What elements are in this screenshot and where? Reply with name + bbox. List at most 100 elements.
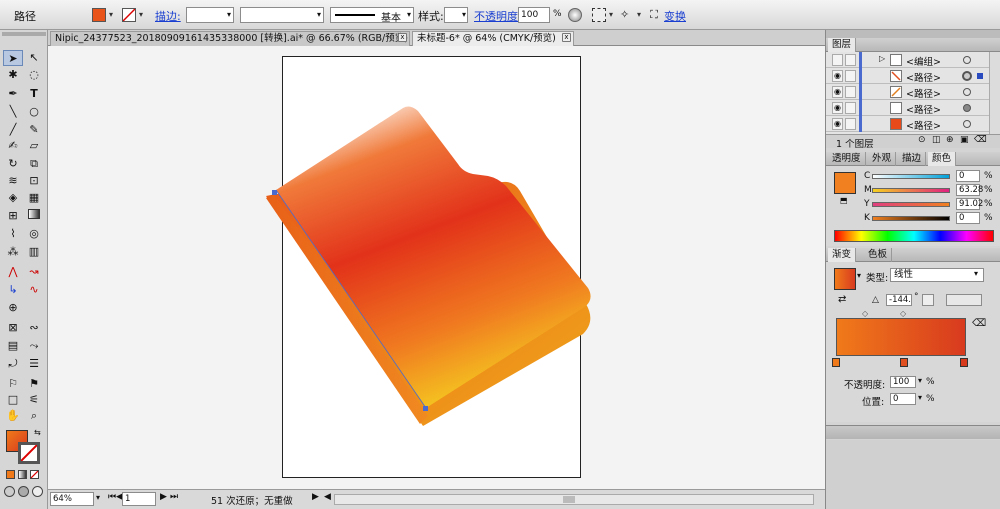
distort-tool-icon[interactable]: ⤳ xyxy=(24,338,44,354)
lock-toggle[interactable] xyxy=(845,102,856,114)
warp-tool-icon[interactable]: ≋ xyxy=(3,173,23,189)
angle-dropdown[interactable] xyxy=(922,294,934,306)
lasso-tool-icon[interactable]: ◌ xyxy=(24,67,44,83)
panel-grip[interactable] xyxy=(2,32,46,36)
hand-tool-icon[interactable]: ✋ xyxy=(3,408,23,424)
gradient-preview-swatch[interactable] xyxy=(834,268,856,290)
layer-row[interactable]: ◉ <路径> xyxy=(826,116,1000,132)
gradient-mode-icon[interactable] xyxy=(18,470,27,479)
close-tab-icon[interactable]: x xyxy=(398,33,407,42)
magenta-slider[interactable] xyxy=(872,188,950,193)
perspective-grid-tool-icon[interactable]: ▦ xyxy=(24,190,44,206)
scrollbar-thumb[interactable] xyxy=(563,496,575,503)
target-circle-icon[interactable] xyxy=(963,120,971,128)
delete-layer-icon[interactable]: ⌫ xyxy=(974,135,987,145)
expand-triangle-icon[interactable]: ▷ xyxy=(879,54,885,63)
magic-wand-tool-icon[interactable]: ✱ xyxy=(3,67,23,83)
stroke-color-box[interactable] xyxy=(18,442,40,464)
status-menu-icon[interactable]: ▶ xyxy=(312,492,319,502)
tab-gradient[interactable]: 渐变 xyxy=(828,248,857,262)
fill-dropdown-icon[interactable]: ▾ xyxy=(106,7,116,23)
align-dropdown-icon[interactable]: ▾ xyxy=(606,7,616,23)
draw-behind-icon[interactable] xyxy=(18,486,29,497)
visibility-toggle[interactable]: ◉ xyxy=(832,86,843,98)
slice-tool-icon[interactable]: □ xyxy=(3,392,23,408)
collapsed-panel-header[interactable] xyxy=(826,425,1000,439)
chevron-down-icon[interactable]: ▾ xyxy=(974,269,978,278)
tab-layers[interactable]: 图层 xyxy=(828,38,857,52)
visibility-toggle[interactable]: ◉ xyxy=(832,118,843,130)
draw-inside-icon[interactable] xyxy=(32,486,43,497)
layer-row[interactable]: ◉ <路径> xyxy=(826,68,1000,84)
scale-tool-icon[interactable]: ⧉ xyxy=(24,156,44,172)
gradient-tool-icon[interactable] xyxy=(24,208,44,224)
close-tab-icon[interactable]: x xyxy=(562,33,571,42)
target-circle-icon[interactable] xyxy=(962,71,972,81)
new-layer-icon[interactable]: ▣ xyxy=(960,135,969,145)
new-sublayer-icon[interactable]: ⊕ xyxy=(946,135,954,145)
make-clipping-mask-icon[interactable]: ◫ xyxy=(932,135,941,145)
folder-artwork[interactable] xyxy=(48,46,825,489)
target-circle-icon[interactable] xyxy=(963,104,971,112)
ellipse-tool-icon[interactable]: ○ xyxy=(24,104,44,120)
envelope-tool-icon[interactable]: ∾ xyxy=(24,320,44,336)
brush-definition[interactable]: 基本 ▾ xyxy=(330,7,414,24)
zoom-field[interactable]: 64% xyxy=(50,492,94,506)
blob-brush-tool-icon[interactable]: ✍ xyxy=(3,138,23,154)
smooth-tool-icon[interactable]: ∿ xyxy=(24,282,44,298)
draw-normal-icon[interactable] xyxy=(4,486,15,497)
stroke-swatch[interactable] xyxy=(122,8,136,22)
paintbrush-tool-icon[interactable]: ╱ xyxy=(3,122,23,138)
stroke-label[interactable]: 描边: xyxy=(155,8,181,24)
path-tool-icon[interactable]: ↳ xyxy=(3,282,23,298)
cyan-slider[interactable] xyxy=(872,174,950,179)
tab-transparency[interactable]: 透明度 xyxy=(828,152,866,166)
layer-row[interactable]: ▷ <编组> xyxy=(826,52,1000,68)
fill-swatch[interactable] xyxy=(92,8,106,22)
tab-document-1[interactable]: Nipic_24377523_20180909161435338000 [转换]… xyxy=(50,31,410,46)
tab-color[interactable]: 颜色 xyxy=(928,152,957,166)
crosshair-tool-icon[interactable]: ⊕ xyxy=(3,300,23,316)
layer-row[interactable]: ◉ <路径> xyxy=(826,100,1000,116)
visibility-toggle[interactable] xyxy=(832,54,843,66)
width-tool-icon[interactable]: ⋀ xyxy=(3,264,23,280)
stroke-weight-field[interactable]: ▾ xyxy=(186,7,234,23)
chevron-down-icon[interactable]: ▾ xyxy=(918,393,922,402)
column-graph-tool-icon[interactable]: ▥ xyxy=(24,244,44,260)
live-paint-tool-icon[interactable]: ⚐ xyxy=(3,376,23,392)
fill-color-swatch[interactable] xyxy=(834,172,856,194)
stroke-dropdown-icon[interactable]: ▾ xyxy=(136,7,146,23)
pencil-tool-icon[interactable]: ✎ xyxy=(24,122,44,138)
lock-toggle[interactable] xyxy=(845,54,856,66)
yellow-slider[interactable] xyxy=(872,202,950,207)
transform-link[interactable]: 变换 xyxy=(664,8,686,24)
black-slider[interactable] xyxy=(872,216,950,221)
blend-tool-icon[interactable]: ◎ xyxy=(24,226,44,242)
opacity-label[interactable]: 不透明度: xyxy=(474,8,522,24)
reshape-tool-icon[interactable]: ↝ xyxy=(24,264,44,280)
eraser-tool-icon[interactable]: ▱ xyxy=(24,138,44,154)
tab-swatches[interactable]: 色板 xyxy=(864,248,893,262)
rotate-tool-icon[interactable]: ↻ xyxy=(3,156,23,172)
reverse-gradient-icon[interactable]: ⇄ xyxy=(838,294,846,305)
gradient-stop[interactable] xyxy=(960,358,968,367)
chevron-down-icon[interactable]: ▾ xyxy=(857,271,861,280)
gradient-ramp[interactable] xyxy=(836,318,966,356)
tab-stroke[interactable]: 描边 xyxy=(898,152,927,166)
lock-toggle[interactable] xyxy=(845,118,856,130)
pen-tool-icon[interactable]: ✒ xyxy=(3,86,23,102)
layer-row[interactable]: ◉ <路径> xyxy=(826,84,1000,100)
chevron-down-icon[interactable]: ▾ xyxy=(918,376,922,385)
layers-scrollbar[interactable] xyxy=(989,52,1000,134)
visibility-toggle[interactable]: ◉ xyxy=(832,102,843,114)
black-value[interactable]: 0 xyxy=(956,212,980,224)
lock-toggle[interactable] xyxy=(845,86,856,98)
canvas[interactable] xyxy=(48,46,825,489)
aspect-ratio-field[interactable] xyxy=(946,294,982,306)
type-tool-icon[interactable]: T xyxy=(24,86,44,102)
color-spectrum-bar[interactable] xyxy=(834,230,994,242)
line-tool-icon[interactable]: ╲ xyxy=(3,104,23,120)
target-circle-icon[interactable] xyxy=(963,56,971,64)
midpoint-diamond-icon[interactable]: ◇ xyxy=(900,309,906,318)
color-mode-icon[interactable] xyxy=(6,470,15,479)
